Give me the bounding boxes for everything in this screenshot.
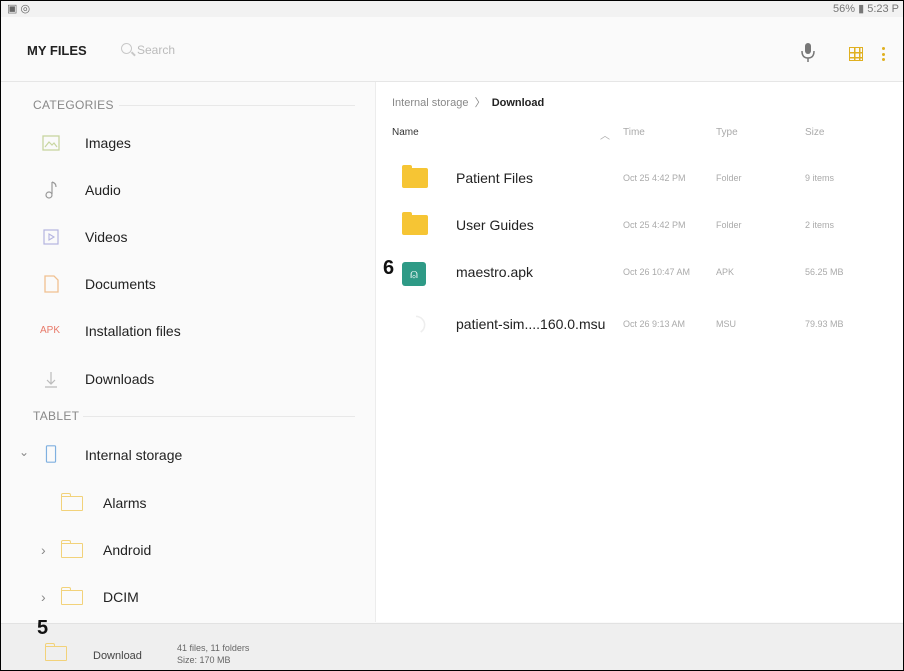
file-type: MSU [716,319,736,329]
app-window: ▣ ◎ 56% ▮ 5:23 P MY FILES Search CATEGOR… [0,0,904,671]
sidebar-item-label: Alarms [103,495,147,511]
file-size: 79.93 MB [805,319,844,329]
tree-item-internal-storage[interactable]: ⌄ Internal storage [1,435,375,475]
tree-item-dcim[interactable]: › DCIM [1,577,375,617]
sidebar-item-videos[interactable]: Videos [1,217,375,257]
search-icon [121,43,132,54]
breadcrumb-separator-icon: 〉 [474,97,486,109]
file-row[interactable]: ⍝ maestro.apk Oct 26 10:47 AM APK 56.25 … [376,250,903,296]
breadcrumb-current: Download [491,97,545,109]
file-time: Oct 26 10:47 AM [623,267,691,277]
breadcrumb-parent[interactable]: Internal storage [392,97,468,109]
sidebar-item-label: Internal storage [85,447,183,463]
categories-heading: CATEGORIES [33,98,114,112]
image-icon [42,135,60,151]
column-header-type[interactable]: Type [716,127,738,138]
bottom-selection-bar: Download 41 files, 11 folders Size: 170 … [1,623,903,670]
file-size: 56.25 MB [805,267,844,277]
file-name: patient-sim....160.0.msu [456,316,606,332]
notification-icons: ▣ ◎ [7,3,31,15]
battery-time-readout: 56% ▮ 5:23 P [833,3,899,15]
breadcrumb: Internal storage 〉 Download [392,94,544,110]
tree-item-android[interactable]: › Android [1,530,375,570]
tablet-icon [45,445,57,463]
divider [119,105,355,106]
file-name: User Guides [456,217,534,233]
expand-chevron-icon[interactable]: › [41,589,46,605]
status-bar: ▣ ◎ 56% ▮ 5:23 P [1,1,903,17]
folder-counts: 41 files, 11 folders [177,643,250,653]
file-size: 9 items [805,173,835,183]
file-time: Oct 25 4:42 PM [623,173,686,183]
folder-icon [44,643,67,661]
file-row[interactable]: User Guides Oct 25 4:42 PM Folder 2 item… [376,203,903,249]
column-header-name[interactable]: Name [392,127,419,138]
sidebar-item-installation-files[interactable]: APK Installation files [1,311,375,351]
sort-arrow-icon[interactable]: ︿ [600,127,610,142]
expand-chevron-icon[interactable]: › [41,542,46,558]
download-arrow-icon [45,372,57,388]
tablet-heading: TABLET [33,409,80,423]
sidebar-item-documents[interactable]: Documents [1,264,375,304]
folder-icon [402,212,430,237]
sidebar-item-label: Installation files [85,323,181,339]
column-header-time[interactable]: Time [623,127,645,138]
sidebar-item-label: Audio [85,182,121,198]
sidebar-item-images[interactable]: Images [1,123,375,163]
music-note-icon [45,181,57,199]
apk-text-icon: APK [40,325,61,336]
file-type: Folder [716,220,742,230]
file-type: APK [716,267,735,277]
folder-size: Size: 170 MB [177,655,231,665]
microphone-icon[interactable] [798,41,818,65]
folder-icon [60,493,83,516]
document-icon [44,275,59,293]
collapse-chevron-icon[interactable]: ⌄ [19,445,29,459]
sidebar-item-label: Documents [85,276,156,292]
column-header-size[interactable]: Size [805,127,824,138]
sidebar-item-downloads[interactable]: Downloads [1,359,375,399]
apk-app-icon: ⍝ [402,262,430,286]
more-options-icon[interactable] [882,47,886,63]
top-bar: MY FILES Search [1,17,903,82]
video-icon [43,229,59,245]
grid-view-icon[interactable] [849,47,863,61]
sidebar-item-audio[interactable]: Audio [1,170,375,210]
folder-icon [60,587,83,610]
folder-summary: 41 files, 11 folders Size: 170 MB [177,642,249,666]
app-title: MY FILES [27,43,87,58]
file-size: 2 items [805,220,835,230]
folder-icon [402,165,430,190]
search-placeholder: Search [137,43,176,57]
file-name: Patient Files [456,170,534,186]
folder-icon [60,540,83,563]
search-input[interactable]: Search [111,37,371,63]
file-time: Oct 26 9:13 AM [623,319,686,329]
file-row[interactable]: patient-sim....160.0.msu Oct 26 9:13 AM … [376,302,903,348]
sidebar-item-label: DCIM [103,589,139,605]
file-row[interactable]: Patient Files Oct 25 4:42 PM Folder 9 it… [376,156,903,202]
divider [83,416,355,417]
loading-spinner-icon [415,315,426,333]
sidebar-item-label: Videos [85,229,128,245]
file-name: maestro.apk [456,264,534,280]
file-list-panel: Internal storage 〉 Download Name ︿ Time … [376,82,903,622]
annotation-number: 6 [383,257,395,279]
file-type: Folder [716,173,742,183]
sidebar-item-label: Downloads [85,371,155,387]
file-time: Oct 25 4:42 PM [623,220,686,230]
sidebar-item-label: Images [85,135,131,151]
tree-item-alarms[interactable]: Alarms [1,483,375,523]
sidebar-item-label: Android [103,542,152,558]
sidebar: CATEGORIES Images Audio Videos Documents… [1,82,376,622]
current-folder-label: Download [93,650,142,662]
annotation-number: 5 [37,617,49,639]
